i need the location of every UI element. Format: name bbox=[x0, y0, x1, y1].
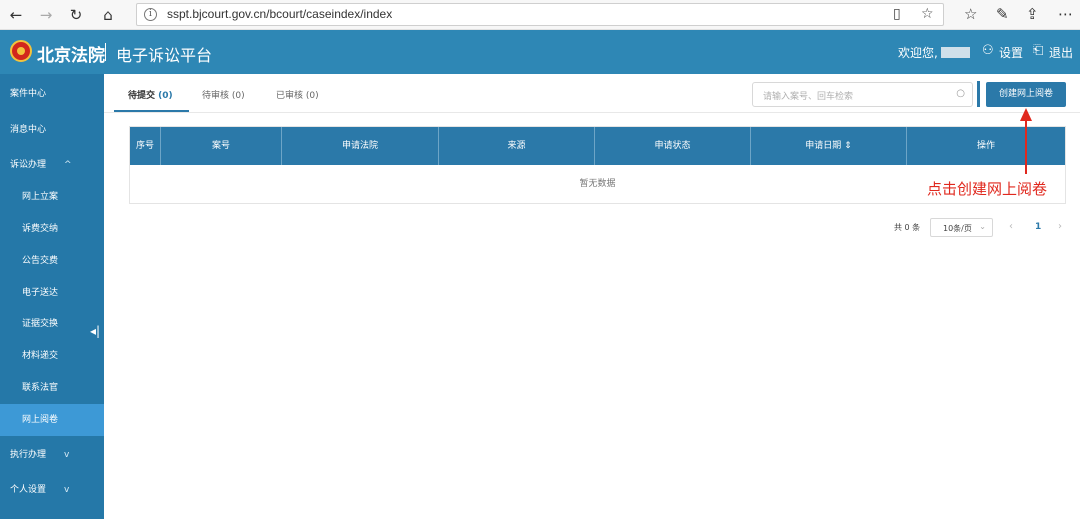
app-header: 北京法院 电子诉讼平台 欢迎您, ⚇ 设置 ⎗ 退出 bbox=[0, 30, 1080, 74]
sidebar-item-e-service[interactable]: 电子送达 bbox=[0, 277, 104, 309]
column-header-source: 来源 bbox=[439, 127, 595, 165]
header-divider bbox=[105, 43, 106, 61]
sidebar-item-label: 消息中心 bbox=[10, 125, 47, 135]
collapse-sidebar-icon[interactable]: ◂| bbox=[90, 324, 100, 338]
sidebar-item-label: 网上立案 bbox=[22, 192, 59, 202]
pen-icon[interactable]: ✎ bbox=[996, 5, 1009, 23]
sidebar-item-announcement-fee[interactable]: 公告交费 bbox=[0, 245, 104, 277]
sidebar-item-label: 网上阅卷 bbox=[22, 415, 59, 425]
table-header: 序号 案号 申请法院 来源 申请状态 申请日期 ⇕ 操作 bbox=[130, 127, 1065, 165]
sidebar-item-label: 诉讼办理 bbox=[10, 160, 47, 170]
chevron-down-icon: v bbox=[64, 485, 70, 495]
tab-label: 待审核 bbox=[202, 91, 230, 101]
sidebar-item-online-filing[interactable]: 网上立案 bbox=[0, 181, 104, 213]
sidebar-item-label: 案件中心 bbox=[10, 89, 47, 99]
address-bar[interactable]: i sspt.bjcourt.gov.cn/bcourt/caseindex/i… bbox=[136, 3, 944, 26]
url-text: sspt.bjcourt.gov.cn/bcourt/caseindex/ind… bbox=[167, 7, 393, 21]
column-header-actions: 操作 bbox=[976, 141, 995, 151]
court-name: 北京法院 bbox=[37, 46, 105, 66]
back-icon[interactable]: ← bbox=[6, 5, 26, 25]
sidebar-item-label: 执行办理 bbox=[10, 450, 47, 460]
share-icon[interactable]: ⇪ bbox=[1026, 5, 1039, 23]
sidebar-item-label: 材料递交 bbox=[22, 351, 59, 361]
page-size-select[interactable]: 10条/页 ⌄ bbox=[930, 218, 993, 237]
chevron-down-icon: ⌄ bbox=[979, 222, 986, 231]
column-header-date[interactable]: 申请日期 ⇕ bbox=[751, 127, 907, 165]
current-page[interactable]: 1 bbox=[1035, 222, 1041, 232]
court-emblem-icon bbox=[10, 40, 32, 62]
sidebar-item-label: 联系法官 bbox=[22, 383, 59, 393]
refresh-icon[interactable]: ↻ bbox=[66, 5, 86, 25]
annotation-arrow-icon bbox=[1020, 108, 1032, 174]
sidebar-item-online-file-review[interactable]: 网上阅卷 bbox=[0, 404, 104, 436]
sidebar-item-contact-judge[interactable]: 联系法官 bbox=[0, 372, 104, 404]
tabs-divider bbox=[104, 112, 1080, 113]
sidebar-group-personal-settings[interactable]: 个人设置 v bbox=[0, 474, 104, 506]
more-icon[interactable]: ⋯ bbox=[1058, 5, 1073, 23]
user-settings-icon[interactable]: ⚇ bbox=[982, 43, 994, 58]
case-table: 序号 案号 申请法院 来源 申请状态 申请日期 ⇕ 操作 暂无数据 bbox=[129, 126, 1066, 204]
sidebar-item-evidence-exchange[interactable]: 证据交换 bbox=[0, 308, 104, 340]
main-content: 待提交 (0) 待审核 (0) 已审核 (0) 请输入案号、回车检索 ○ 创建网… bbox=[104, 74, 1080, 519]
home-icon[interactable]: ⌂ bbox=[98, 5, 118, 25]
empty-state: 暂无数据 bbox=[579, 179, 616, 189]
sidebar-item-label: 电子送达 bbox=[22, 288, 59, 298]
settings-link[interactable]: 设置 bbox=[999, 44, 1023, 61]
chevron-up-icon: ^ bbox=[64, 160, 72, 170]
tab-pending-submit[interactable]: 待提交 (0) bbox=[128, 88, 173, 101]
sidebar-group-litigation[interactable]: 诉讼办理 ^ bbox=[0, 149, 104, 181]
welcome-text: 欢迎您, bbox=[898, 46, 938, 60]
sidebar: 案件中心 消息中心 诉讼办理 ^ 网上立案 诉费交纳 公告交费 电子送达 证据交换… bbox=[0, 74, 104, 519]
sidebar-item-case-center[interactable]: 案件中心 bbox=[0, 78, 104, 110]
logout-link[interactable]: 退出 bbox=[1049, 44, 1073, 61]
column-header-date-label: 申请日期 bbox=[805, 141, 842, 151]
platform-name: 电子诉讼平台 bbox=[116, 46, 213, 65]
sidebar-item-material-submission[interactable]: 材料递交 bbox=[0, 340, 104, 372]
logout-icon[interactable]: ⎗ bbox=[1033, 43, 1043, 58]
search-placeholder: 请输入案号、回车检索 bbox=[763, 92, 854, 102]
tab-label: 已审核 bbox=[276, 91, 304, 101]
tab-label: 待提交 bbox=[128, 91, 156, 101]
tab-count: (0) bbox=[231, 91, 245, 101]
tab-count: (0) bbox=[305, 91, 319, 101]
tab-count: (0) bbox=[158, 91, 173, 101]
sort-icon[interactable]: ⇕ bbox=[844, 141, 852, 151]
reading-view-icon[interactable]: ▯ bbox=[893, 6, 901, 22]
sidebar-item-fee-payment[interactable]: 诉费交纳 bbox=[0, 213, 104, 245]
prev-page-icon[interactable]: ‹ bbox=[1009, 221, 1013, 232]
favorites-list-icon[interactable]: ☆ bbox=[964, 5, 977, 23]
sidebar-item-label: 证据交换 bbox=[22, 319, 59, 329]
sidebar-item-label: 诉费交纳 bbox=[22, 224, 59, 234]
search-icon[interactable]: ○ bbox=[956, 88, 965, 99]
sidebar-item-label: 个人设置 bbox=[10, 485, 47, 495]
sidebar-item-message-center[interactable]: 消息中心 bbox=[0, 114, 104, 146]
chevron-down-icon: v bbox=[64, 450, 70, 460]
username-redacted bbox=[941, 47, 970, 58]
page-size-value: 10条/页 bbox=[943, 224, 972, 233]
tab-reviewed[interactable]: 已审核 (0) bbox=[276, 88, 319, 101]
browser-toolbar: ← → ↻ ⌂ i sspt.bjcourt.gov.cn/bcourt/cas… bbox=[0, 0, 1080, 30]
tab-pending-review[interactable]: 待审核 (0) bbox=[202, 88, 245, 101]
forward-icon[interactable]: → bbox=[36, 5, 56, 25]
column-header-status: 申请状态 bbox=[595, 127, 751, 165]
favorite-star-icon[interactable]: ☆ bbox=[921, 6, 934, 22]
pagination-total: 共 0 条 bbox=[894, 223, 921, 232]
sidebar-item-label: 公告交费 bbox=[22, 256, 59, 266]
annotation-text: 点击创建网上阅卷 bbox=[927, 180, 1048, 198]
next-page-icon[interactable]: › bbox=[1058, 221, 1062, 232]
create-online-review-button[interactable]: 创建网上阅卷 bbox=[986, 82, 1066, 107]
column-header-index: 序号 bbox=[130, 127, 161, 165]
column-header-court: 申请法院 bbox=[282, 127, 439, 165]
sidebar-group-enforcement[interactable]: 执行办理 v bbox=[0, 439, 104, 471]
site-info-icon[interactable]: i bbox=[144, 8, 157, 21]
case-search-input[interactable]: 请输入案号、回车检索 ○ bbox=[752, 82, 973, 107]
column-header-case-number: 案号 bbox=[161, 127, 282, 165]
accent-bar bbox=[977, 81, 980, 107]
